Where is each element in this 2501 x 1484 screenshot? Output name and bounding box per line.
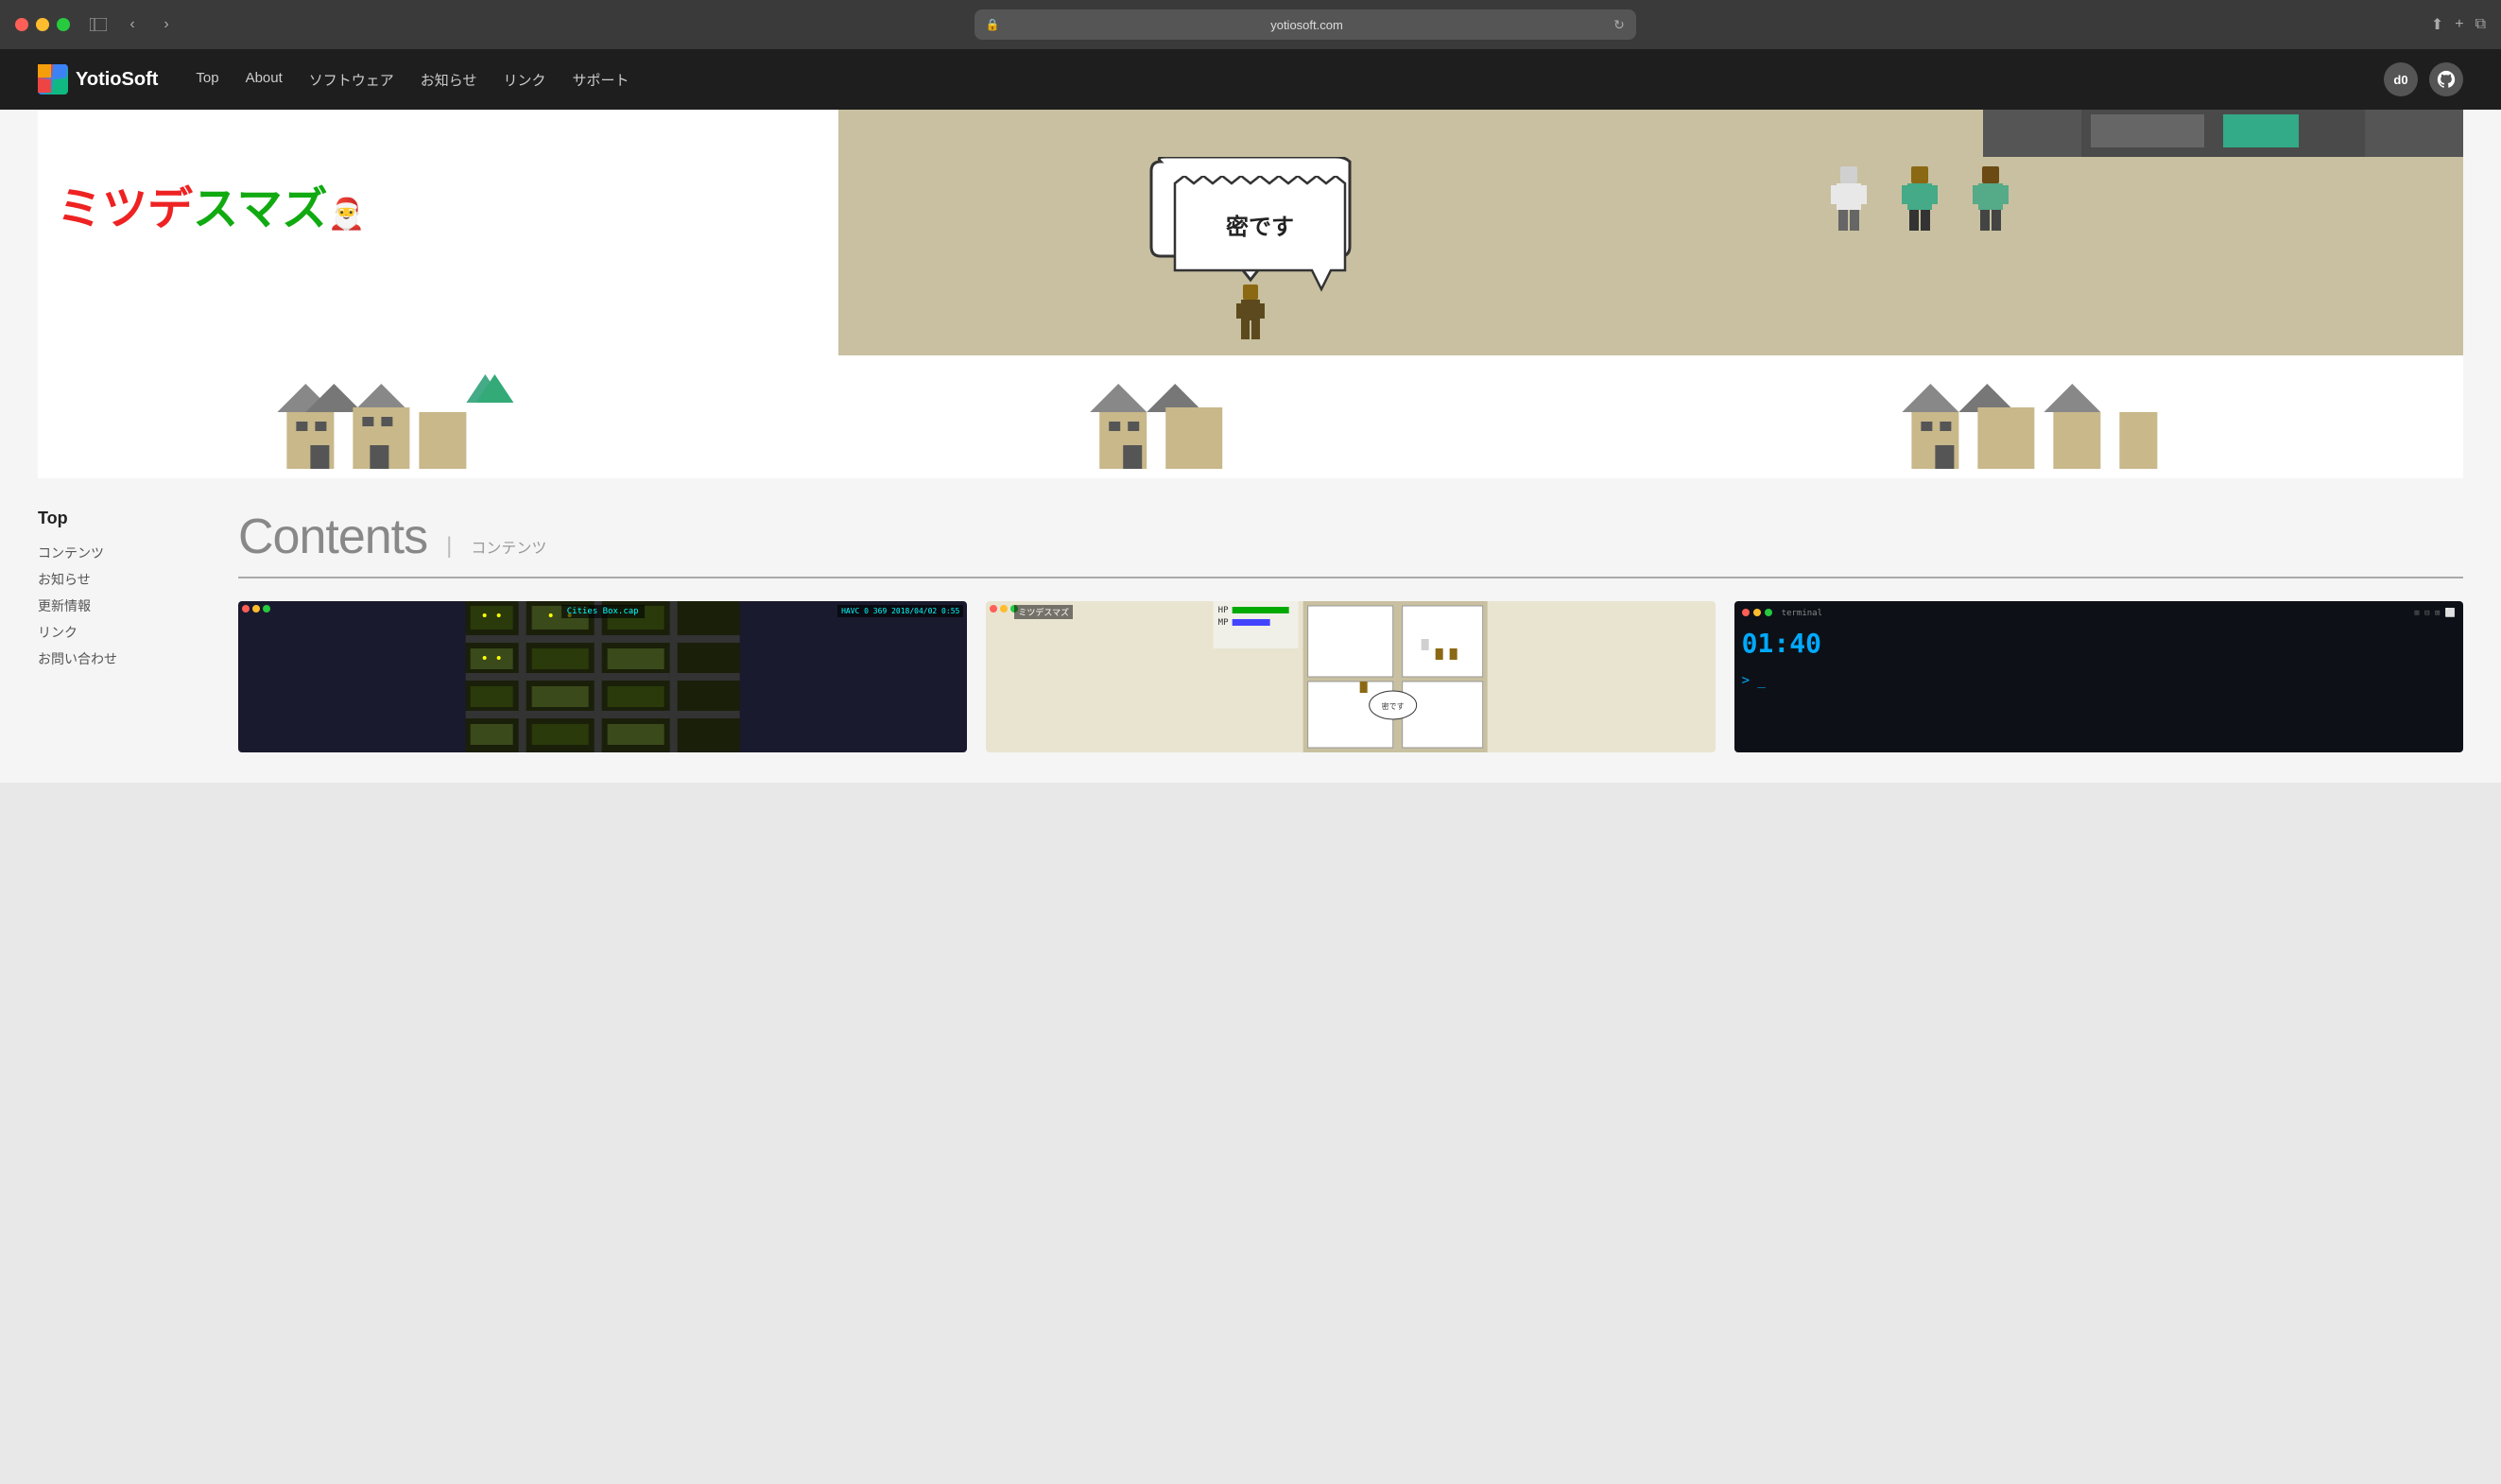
site-nav: YotioSoft Top About ソフトウェア お知らせ リンク サポート… [0, 49, 2501, 110]
main-content: Top コンテンツ お知らせ 更新情報 リンク お問い合わせ Contents … [0, 478, 2501, 783]
terminal-minimize-dot [1753, 609, 1761, 616]
traffic-lights [15, 18, 70, 31]
reload-button[interactable]: ↻ [1613, 17, 1625, 33]
browser-titlebar: ‹ › 🔒 yotiosoft.com ↻ ⬆ + ⧉ [0, 0, 2501, 49]
user-avatar[interactable]: d0 [2384, 62, 2418, 96]
hero-banner: ミツデスマズ🎅 密です [38, 110, 2463, 478]
hero-left-panel: ミツデスマズ🎅 [38, 110, 838, 478]
content-card-terminal[interactable]: terminal ⊞ ⊟ ⊠ ⬜ 01:40 > _ [1734, 601, 2463, 752]
content-area: Contents | コンテンツ [238, 509, 2463, 752]
card-cities-hud: Cities Box.cap [561, 605, 645, 618]
card-cities-hud-info: HAVC 0 369 2018/04/02 0:55 [837, 605, 963, 617]
site-logo[interactable]: YotioSoft [38, 64, 158, 95]
terminal-prompt: > _ [1742, 671, 2456, 691]
card-cities-traffic [242, 605, 270, 613]
hero-title-area: ミツデスマズ🎅 [57, 185, 365, 235]
content-card-mitsudes[interactable]: HP MP [986, 601, 1715, 752]
svg-text:MP: MP [1218, 618, 1229, 628]
nav-links: Top About ソフトウェア お知らせ リンク サポート [196, 70, 2384, 90]
terminal-time: 01:40 [1742, 624, 2456, 664]
sidebar-link-news[interactable]: お知らせ [38, 570, 208, 589]
sidebar-link-contents[interactable]: コンテンツ [38, 544, 208, 562]
back-button[interactable]: ‹ [119, 11, 146, 38]
card-mitsudes-bg: HP MP [986, 601, 1715, 752]
terminal-sim: terminal ⊞ ⊟ ⊠ ⬜ 01:40 > _ [1734, 601, 2463, 752]
hero-characters [1823, 166, 2017, 251]
browser-chrome: ‹ › 🔒 yotiosoft.com ↻ ⬆ + ⧉ [0, 0, 2501, 49]
logo-icon [38, 64, 68, 95]
content-card-cities-box[interactable]: Cities Box.cap HAVC 0 369 2018/04/02 0:5… [238, 601, 967, 752]
hero-bottom-right [1663, 355, 2463, 478]
close-button[interactable] [15, 18, 28, 31]
nav-news[interactable]: お知らせ [421, 70, 477, 90]
terminal-close-dot [1742, 609, 1750, 616]
sidebar-title: Top [38, 509, 208, 528]
minimize-button[interactable] [36, 18, 49, 31]
url-display: yotiosoft.com [1008, 18, 1606, 32]
nav-top[interactable]: Top [196, 70, 218, 90]
speech-bubble: 密です [1147, 157, 1354, 303]
lock-icon: 🔒 [986, 18, 1000, 31]
content-header: Contents | コンテンツ [238, 509, 2463, 578]
content-title-separator: | [446, 533, 452, 560]
maximize-button[interactable] [57, 18, 70, 31]
sidebar: Top コンテンツ お知らせ 更新情報 リンク お問い合わせ [38, 509, 208, 752]
forward-button[interactable]: › [153, 11, 180, 38]
nav-links-item[interactable]: リンク [504, 70, 546, 90]
hero-banner-wrapper: ミツデスマズ🎅 密です [38, 110, 2463, 478]
browser-navigation: ‹ › [119, 11, 180, 38]
site-logo-text: YotioSoft [76, 69, 158, 91]
nav-software[interactable]: ソフトウェア [309, 70, 394, 90]
sidebar-toggle-icon[interactable] [85, 11, 112, 38]
card-cities-bg [238, 601, 967, 752]
nav-about[interactable]: About [246, 70, 283, 90]
new-tab-icon[interactable]: + [2455, 16, 2463, 33]
terminal-titlebar: terminal ⊞ ⊟ ⊠ ⬜ [1742, 609, 2456, 618]
hero-buildings-left [57, 355, 819, 478]
browser-actions: ⬆ + ⧉ [2431, 15, 2486, 34]
terminal-title: terminal [1782, 609, 1822, 618]
svg-text:密です: 密です [1226, 214, 1294, 240]
terminal-maximize-dot [1765, 609, 1772, 616]
website: YotioSoft Top About ソフトウェア お知らせ リンク サポート… [0, 49, 2501, 783]
nav-right: d0 [2384, 62, 2463, 96]
hero-bottom-center [838, 355, 1663, 478]
hero-title-jp: ミツデスマズ🎅 [57, 185, 365, 235]
sidebar-link-contact[interactable]: お問い合わせ [38, 649, 208, 668]
svg-text:HP: HP [1218, 606, 1229, 615]
hero-character-center [1222, 285, 1279, 365]
sidebar-links: コンテンツ お知らせ 更新情報 リンク お問い合わせ [38, 544, 208, 668]
tab-overview-icon[interactable]: ⧉ [2475, 16, 2486, 33]
hero-right-panel [1663, 110, 2463, 478]
hero-top-right-building [1983, 110, 2463, 157]
terminal-content: 01:40 > _ [1742, 624, 2456, 745]
sidebar-link-updates[interactable]: 更新情報 [38, 596, 208, 615]
github-link[interactable] [2429, 62, 2463, 96]
card-mitsudes-title: ミツデスマズ [1014, 605, 1073, 619]
sidebar-link-links[interactable]: リンク [38, 623, 208, 642]
address-bar[interactable]: 🔒 yotiosoft.com ↻ [975, 9, 1636, 40]
content-title-en: Contents [238, 509, 427, 565]
content-title-jp: コンテンツ [471, 535, 546, 558]
hero-center-panel: 密です [838, 110, 1663, 478]
svg-text:密です: 密です [1382, 701, 1405, 711]
nav-support[interactable]: サポート [573, 70, 630, 90]
content-cards: Cities Box.cap HAVC 0 369 2018/04/02 0:5… [238, 601, 2463, 752]
share-icon[interactable]: ⬆ [2431, 15, 2443, 34]
